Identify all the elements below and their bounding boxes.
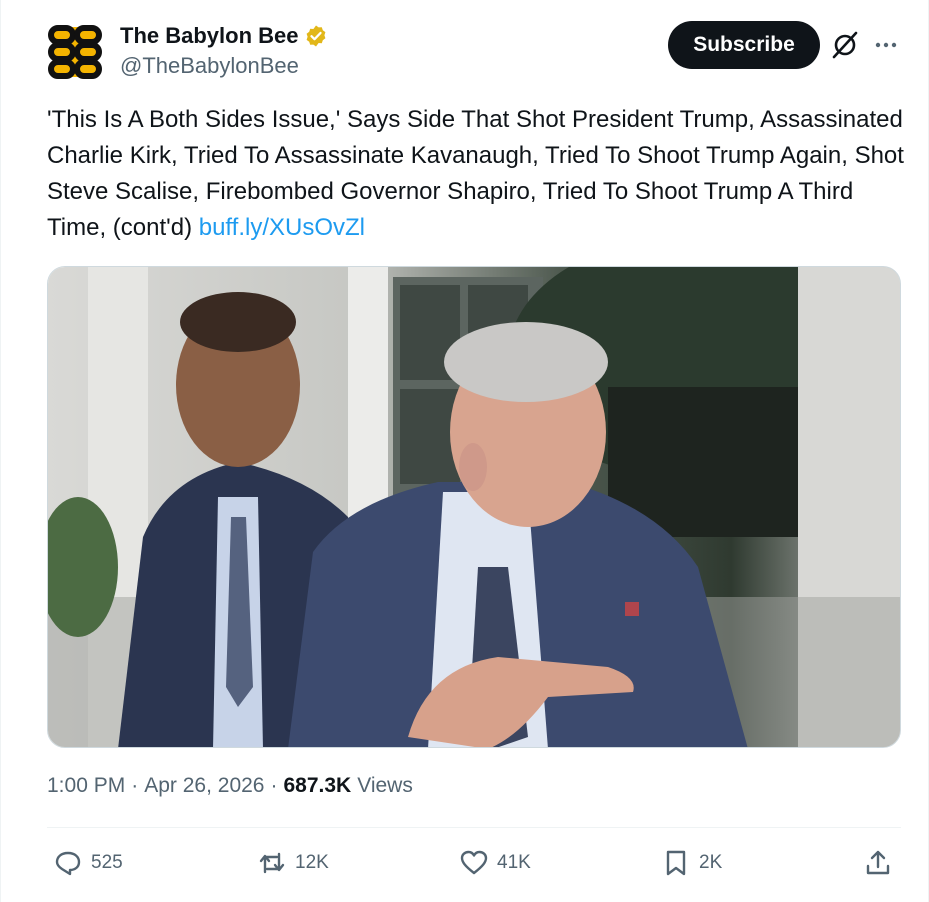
bookmark-icon <box>666 850 686 876</box>
meta-separator-2: · <box>270 774 278 797</box>
tweet-card: The Babylon Bee @TheBabylonBee Subscribe… <box>0 0 929 902</box>
user-handle[interactable]: @TheBabylonBee <box>120 53 299 79</box>
reply-button[interactable]: 525 <box>53 846 123 880</box>
heart-icon <box>460 850 488 875</box>
tweet-time[interactable]: 1:00 PM <box>47 774 125 798</box>
reply-icon <box>55 851 81 876</box>
views-count: 687.3K <box>283 774 352 797</box>
bookmark-count: 2K <box>699 852 723 873</box>
tweet-photo[interactable] <box>47 266 901 748</box>
tweet-meta: 1:00 PM · Apr 26, 2026 · 687.3K Views <box>47 774 413 798</box>
divider <box>47 827 901 828</box>
tweet-text: 'This Is A Both Sides Issue,' Says Side … <box>47 102 907 246</box>
bookmark-button[interactable]: 2K <box>661 846 722 880</box>
share-icon <box>866 850 890 875</box>
tweet-link[interactable]: buff.ly/XUsOvZl <box>199 214 365 241</box>
repost-icon <box>259 852 285 874</box>
tweet-body: 'This Is A Both Sides Issue,' Says Side … <box>47 106 904 241</box>
display-name[interactable]: The Babylon Bee <box>120 23 298 49</box>
repost-button[interactable]: 12K <box>257 846 329 880</box>
subscribe-button[interactable]: Subscribe <box>668 21 820 69</box>
bee-logo-icon[interactable] <box>45 24 105 80</box>
tweet-date[interactable]: Apr 26, 2026 <box>144 774 264 798</box>
more-icon[interactable] <box>871 30 901 60</box>
like-button[interactable]: 41K <box>459 846 531 880</box>
verified-badge-icon[interactable] <box>304 24 328 48</box>
share-button[interactable] <box>863 846 893 880</box>
grok-icon[interactable] <box>830 30 860 60</box>
views-label: Views <box>357 774 413 797</box>
reply-count: 525 <box>91 852 123 873</box>
like-count: 41K <box>497 852 531 873</box>
author-name-row[interactable]: The Babylon Bee <box>120 22 328 50</box>
meta-separator: · <box>131 774 139 797</box>
repost-count: 12K <box>295 852 329 873</box>
